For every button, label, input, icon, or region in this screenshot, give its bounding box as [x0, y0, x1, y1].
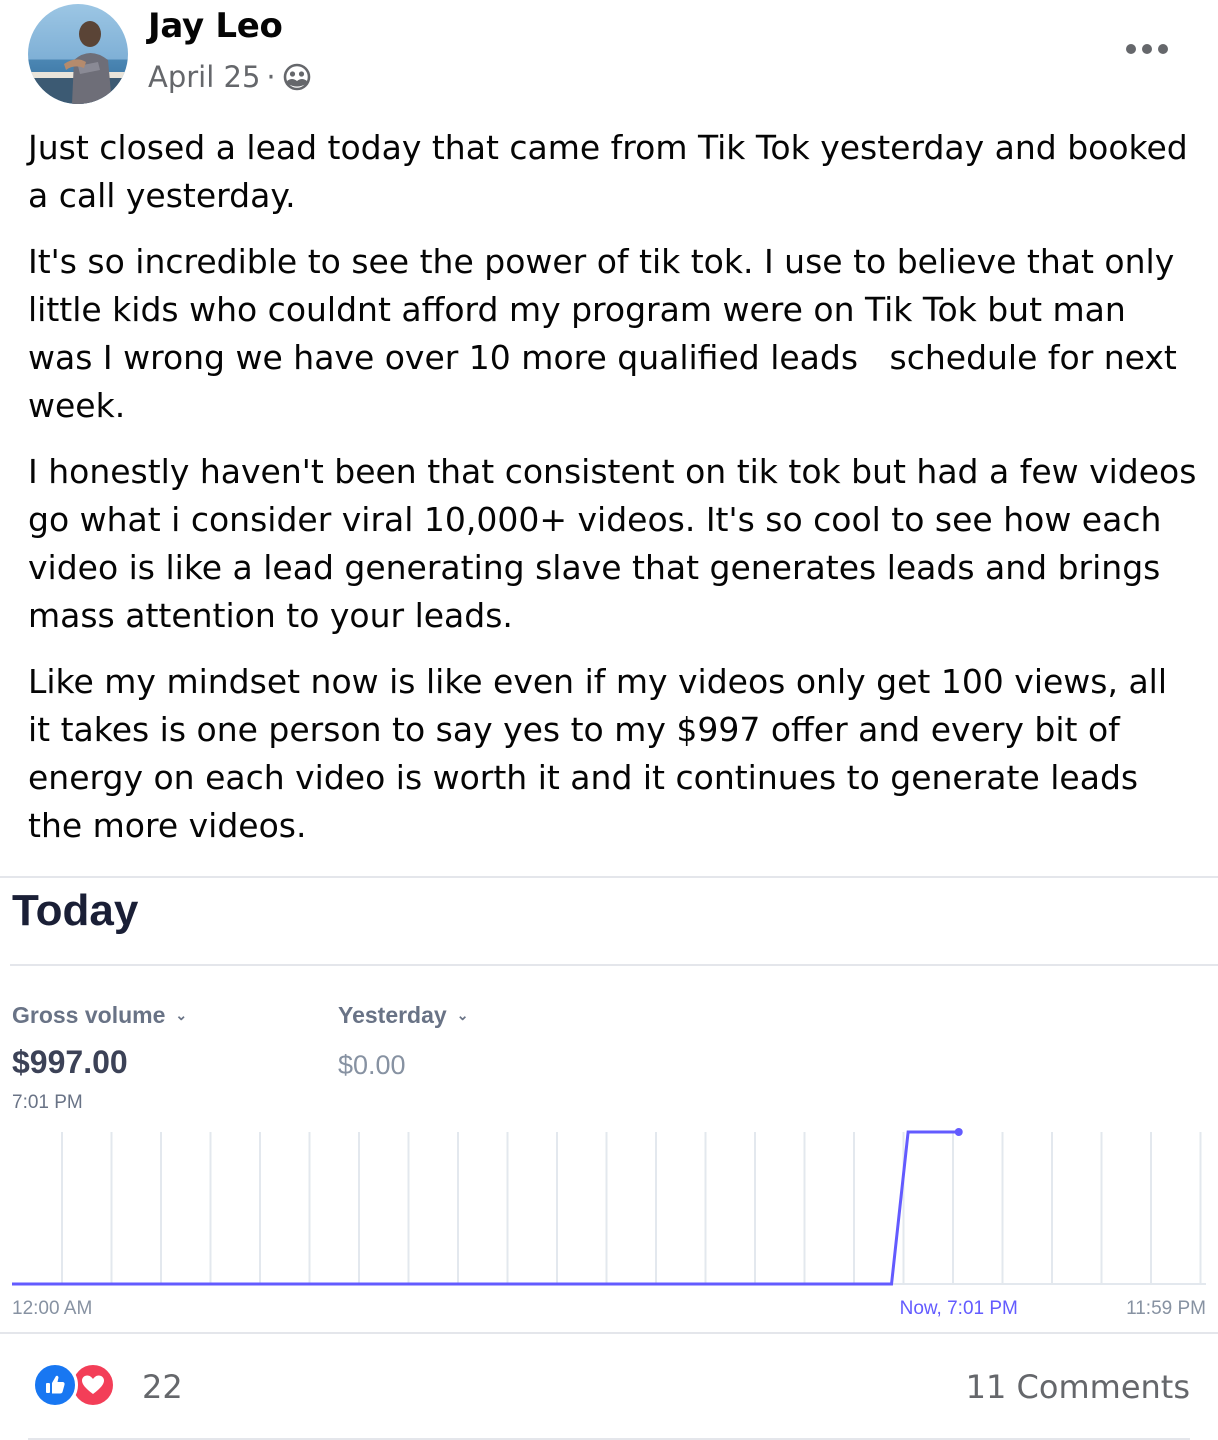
post-paragraph: I honestly haven't been that consistent …	[28, 452, 1197, 635]
compare-period-value: $0.00	[338, 1050, 406, 1080]
gross-volume-dropdown[interactable]: Gross volume ⌄	[12, 1002, 187, 1029]
compare-period-dropdown[interactable]: Yesterday ⌄	[338, 1002, 468, 1029]
x-tick-label: Now, 7:01 PM	[900, 1298, 1018, 1319]
post-body: Just closed a lead today that came from …	[28, 124, 1198, 868]
avatar-photo	[28, 4, 128, 104]
post-date[interactable]: April 25	[148, 60, 260, 94]
more-options-icon[interactable]	[1126, 36, 1168, 62]
post-meta: April 25 ·	[148, 60, 312, 94]
friends-icon	[282, 62, 312, 92]
divider	[10, 964, 1218, 966]
data-point	[954, 1128, 963, 1136]
x-tick-label: 11:59 PM	[1126, 1298, 1206, 1319]
chevron-down-icon: ⌄	[175, 1007, 188, 1023]
chevron-down-icon: ⌄	[456, 1007, 469, 1023]
post-paragraph: Just closed a lead today that came from …	[28, 128, 1188, 215]
gross-volume-label: Gross volume	[12, 1002, 166, 1028]
post-paragraph: Like my mindset now is like even if my v…	[28, 662, 1168, 845]
like-icon	[32, 1362, 78, 1408]
comments-link[interactable]: 11 Comments	[966, 1368, 1190, 1406]
series-line	[12, 1130, 959, 1286]
compare-period-label: Yesterday	[338, 1002, 447, 1028]
reactions[interactable]	[32, 1362, 116, 1408]
x-tick-label: 12:00 AM	[12, 1298, 92, 1319]
card-title: Today	[12, 886, 139, 935]
gross-volume-chart: 12:00 AM Now, 7:01 PM 11:59 PM	[12, 1128, 1206, 1319]
post-footer: 22 11 Comments	[0, 1332, 1218, 1440]
meta-separator: ·	[266, 60, 276, 94]
avatar[interactable]	[28, 4, 128, 104]
author-name[interactable]: Jay Leo	[148, 6, 283, 46]
reaction-count[interactable]: 22	[142, 1368, 183, 1406]
stripe-dashboard-image[interactable]: Today Gross volume ⌄ $997.00 7:01 PM Yes…	[0, 876, 1218, 1332]
gross-volume-time: 7:01 PM	[12, 1092, 83, 1113]
facebook-post: Jay Leo April 25 · Just closed a lead to…	[0, 0, 1218, 1440]
gross-volume-value: $997.00	[12, 1044, 128, 1080]
post-paragraph: It's so incredible to see the power of t…	[28, 242, 1188, 425]
